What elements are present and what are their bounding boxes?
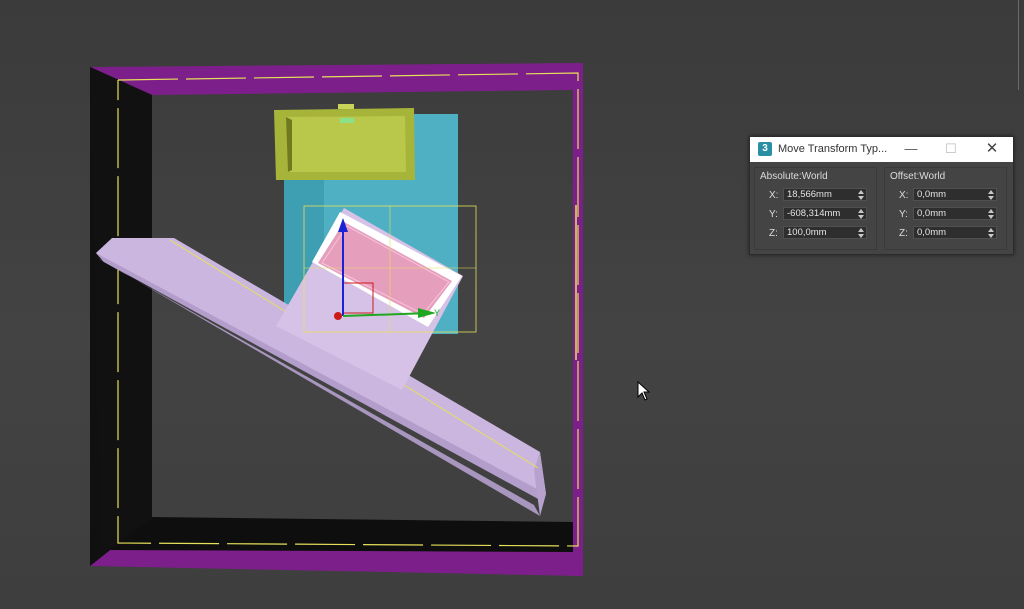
offset-x-label: X: xyxy=(899,190,909,201)
spinner-arrows-icon[interactable] xyxy=(858,190,864,200)
olive-box-top-tab xyxy=(338,104,354,109)
offset-z-row: Z: 0,0mm xyxy=(885,226,1005,242)
dialog-title: Move Transform Typ... xyxy=(778,143,888,155)
spinner-arrows-icon[interactable] xyxy=(988,228,994,238)
absolute-z-spinner[interactable]: 100,0mm xyxy=(783,226,867,239)
absolute-z-value[interactable]: 100,0mm xyxy=(787,227,827,239)
spinner-arrows-icon[interactable] xyxy=(858,209,864,219)
scene[interactable]: Y xyxy=(0,0,1024,609)
offset-z-label: Z: xyxy=(899,228,908,239)
3ds-max-icon: 3 xyxy=(758,142,772,156)
absolute-x-value[interactable]: 18,566mm xyxy=(787,189,832,201)
offset-y-label: Y: xyxy=(899,209,908,220)
spinner-arrows-icon[interactable] xyxy=(988,190,994,200)
offset-y-spinner[interactable]: 0,0mm xyxy=(913,207,997,220)
offset-x-value[interactable]: 0,0mm xyxy=(917,189,946,201)
frame-inner-left xyxy=(90,67,152,548)
close-button[interactable]: ✕ xyxy=(979,141,1005,158)
absolute-x-row: X: 18,566mm xyxy=(755,188,875,204)
offset-z-spinner[interactable]: 0,0mm xyxy=(913,226,997,239)
arrow-cursor-icon xyxy=(637,381,651,401)
maximize-button[interactable]: ☐ xyxy=(938,141,964,158)
offset-world-group: Offset:World X: 0,0mm Y: 0,0mm Z: 0,0mm xyxy=(884,167,1007,250)
absolute-y-row: Y: -608,314mm xyxy=(755,207,875,223)
absolute-y-value[interactable]: -608,314mm xyxy=(787,208,840,220)
gizmo-y-label: Y xyxy=(434,308,440,318)
offset-x-spinner[interactable]: 0,0mm xyxy=(913,188,997,201)
absolute-world-group: Absolute:World X: 18,566mm Y: -608,314mm… xyxy=(754,167,877,250)
olive-box-inner xyxy=(286,116,406,172)
viewport-border xyxy=(1018,0,1024,90)
absolute-x-label: X: xyxy=(769,190,779,201)
frame-inner-bottom xyxy=(110,517,573,552)
absolute-y-label: Y: xyxy=(769,209,778,220)
absolute-x-spinner[interactable]: 18,566mm xyxy=(783,188,867,201)
offset-y-row: Y: 0,0mm xyxy=(885,207,1005,223)
absolute-world-label: Absolute:World xyxy=(760,171,828,182)
dialog-titlebar[interactable]: 3 Move Transform Typ... — ☐ ✕ xyxy=(750,137,1013,162)
spinner-arrows-icon[interactable] xyxy=(858,228,864,238)
offset-z-value[interactable]: 0,0mm xyxy=(917,227,946,239)
absolute-y-spinner[interactable]: -608,314mm xyxy=(783,207,867,220)
olive-box-handle xyxy=(340,118,354,123)
offset-y-value[interactable]: 0,0mm xyxy=(917,208,946,220)
offset-x-row: X: 0,0mm xyxy=(885,188,1005,204)
gizmo-x-axis-handle[interactable] xyxy=(334,312,342,320)
absolute-z-row: Z: 100,0mm xyxy=(755,226,875,242)
spinner-arrows-icon[interactable] xyxy=(988,209,994,219)
perspective-viewport[interactable]: Y xyxy=(0,0,1024,609)
minimize-button[interactable]: — xyxy=(898,141,924,158)
offset-world-label: Offset:World xyxy=(890,171,946,182)
move-transform-type-in-dialog[interactable]: 3 Move Transform Typ... — ☐ ✕ Absolute:W… xyxy=(749,136,1014,255)
absolute-z-label: Z: xyxy=(769,228,778,239)
